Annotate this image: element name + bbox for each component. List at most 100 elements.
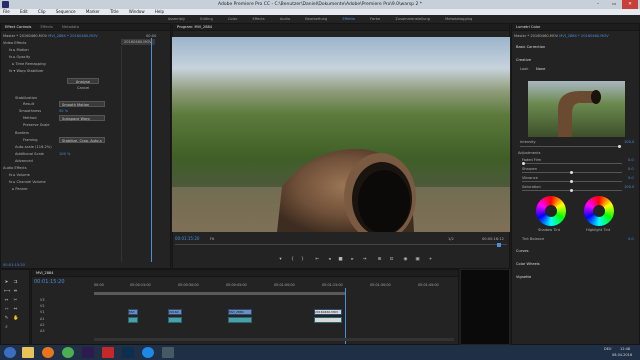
step-forward-button[interactable]: ▸ <box>350 257 355 262</box>
zoom-fit-select[interactable]: Fit <box>210 236 214 242</box>
menu-sequence[interactable]: Sequence <box>56 9 76 14</box>
sharpen-knob[interactable] <box>570 171 573 174</box>
taskbar-date[interactable]: 08.04.2016 <box>612 353 632 357</box>
effect-row-warp-stabilizer[interactable]: fx ▾ Warp Stabilizer <box>9 68 44 74</box>
curves-section[interactable]: Curves <box>516 248 528 254</box>
workspace-metadatagging[interactable]: Metadatagging <box>445 17 472 21</box>
hand-tool-icon[interactable]: ✋ <box>13 316 19 321</box>
adjustments-heading[interactable]: Adjustments <box>518 150 541 156</box>
workspace-effekte[interactable]: Effekte <box>342 17 355 21</box>
pen-tool-icon[interactable]: ✎ <box>4 316 9 321</box>
step-back-button[interactable]: ◂ <box>327 257 332 262</box>
lumetri-seq[interactable]: MVI_2884 * 20160460.MOV <box>559 34 608 38</box>
timeline-scrollbar[interactable] <box>94 338 454 341</box>
saturation-value[interactable]: 100.0 <box>624 184 634 190</box>
audio-row-volume[interactable]: fx ▸ Volume <box>9 172 30 178</box>
tab-program[interactable]: Program: MVI_2884 <box>173 25 216 29</box>
workspace-zusammenstellung[interactable]: Zusammenstellung <box>395 17 430 21</box>
tab-metadata[interactable]: Metadata <box>58 25 83 29</box>
autoscale-label[interactable]: Auto-scale (116.2%) <box>15 144 52 150</box>
taskbar-lang[interactable]: DEU <box>604 347 611 351</box>
audio-clip-3[interactable] <box>228 317 252 323</box>
goto-out-button[interactable]: ⇥ <box>362 257 367 262</box>
analyse-button[interactable]: Analyse <box>67 78 99 84</box>
effect-controls-timecode[interactable]: 00:01:15:20 <box>3 262 25 268</box>
ripple-edit-tool-icon[interactable]: ⟷ <box>4 289 10 294</box>
smoothness-value[interactable]: 50 % <box>59 108 68 114</box>
faded-film-slider[interactable] <box>522 162 622 165</box>
taskbar-time[interactable]: 12:48 <box>620 347 630 351</box>
effect-keyframe-area[interactable] <box>121 46 167 262</box>
saturation-slider[interactable] <box>522 189 622 192</box>
monitor-timecode-in[interactable]: 00:01:15:20 <box>175 236 199 242</box>
creative-section[interactable]: Creative <box>516 57 531 63</box>
audio-clip-2[interactable] <box>168 317 182 323</box>
comparison-view-button[interactable]: ▣ <box>415 257 420 262</box>
mark-out-bracket-button[interactable]: } <box>300 257 305 262</box>
saturation-knob[interactable] <box>570 189 573 192</box>
premiere-pro-icon[interactable] <box>82 347 94 358</box>
color-wheels-section[interactable]: Color Wheels <box>516 261 540 267</box>
video-clip-3[interactable]: MVI_2884 <box>228 309 252 315</box>
additional-scale-value[interactable]: 100 % <box>59 151 70 157</box>
track-select-tool-icon[interactable]: ⇉ <box>13 280 18 285</box>
track-v1[interactable]: V1 <box>40 310 44 315</box>
audio-clip-1[interactable] <box>128 317 138 323</box>
result-select[interactable]: Smooth Motion <box>59 101 105 107</box>
effect-row-opacity[interactable]: fx ▸ Opacity <box>9 54 30 60</box>
rolling-edit-tool-icon[interactable]: ⇹ <box>13 289 18 294</box>
other-app-icon[interactable] <box>162 347 174 358</box>
video-clip-2[interactable]: 20160 <box>168 309 182 315</box>
look-preview-thumbnail[interactable] <box>528 81 625 137</box>
workspace-assembly[interactable]: Assembly <box>168 17 185 21</box>
monitor-playhead[interactable] <box>497 243 501 247</box>
workspace-audio[interactable]: Audio <box>280 17 290 21</box>
razor-tool-icon[interactable]: ✂ <box>13 298 18 303</box>
timeline-timecode[interactable]: 00:01:15:20 <box>34 279 65 285</box>
cancel-button[interactable]: Cancel <box>77 85 89 91</box>
basic-correction-section[interactable]: Basic Correction <box>516 44 545 50</box>
effect-row-motion[interactable]: fx ▸ Motion <box>9 47 29 53</box>
chrome-icon[interactable] <box>62 347 74 358</box>
workspace-editing[interactable]: Editing <box>200 17 213 21</box>
tab-effect-controls[interactable]: Effect Controls <box>1 25 35 29</box>
workspace-farbe[interactable]: Farbe <box>370 17 380 21</box>
sharpen-value[interactable]: 0.0 <box>628 166 634 172</box>
vibrance-value[interactable]: 0.0 <box>628 175 634 181</box>
minimize-button[interactable]: – <box>590 0 606 9</box>
menu-clip[interactable]: Clip <box>38 9 46 14</box>
framing-select[interactable]: Stabilize, Crop, Auto-s <box>59 137 105 143</box>
tint-balance-value[interactable]: 0.0 <box>628 236 634 242</box>
menu-window[interactable]: Window <box>129 9 145 14</box>
intensity-slider[interactable] <box>520 145 621 148</box>
explorer-icon[interactable] <box>22 347 34 358</box>
export-frame-button[interactable]: ◉ <box>403 257 408 262</box>
start-icon[interactable] <box>4 347 16 358</box>
skype-icon[interactable] <box>142 347 154 358</box>
workspace-color[interactable]: Color <box>228 17 237 21</box>
audio-clip-4-selected[interactable] <box>314 317 342 323</box>
monitor-scrubber[interactable] <box>175 244 507 248</box>
menu-file[interactable]: File <box>3 9 10 14</box>
tab-effects[interactable]: Effects <box>37 25 57 29</box>
menu-edit[interactable]: Edit <box>20 9 28 14</box>
slide-tool-icon[interactable]: ⇔ <box>13 307 18 312</box>
program-video-frame[interactable] <box>172 37 510 232</box>
track-v2[interactable]: V2 <box>40 304 44 309</box>
video-clip-1[interactable]: MVI <box>128 309 138 315</box>
timeline-playhead[interactable] <box>345 288 346 344</box>
workspace-effects[interactable]: Effects <box>252 17 264 21</box>
slip-tool-icon[interactable]: ⇿ <box>4 307 9 312</box>
tab-sequence[interactable]: MVI_2884 <box>32 271 58 275</box>
track-a2[interactable]: A2 <box>40 323 44 328</box>
advanced-label[interactable]: Advanced <box>15 158 33 164</box>
intensity-knob[interactable] <box>618 145 621 148</box>
vibrance-slider[interactable] <box>522 180 622 183</box>
mark-in-button[interactable]: ▾ <box>278 257 283 262</box>
audio-row-channel-volume[interactable]: fx ▸ Channel Volume <box>9 179 46 185</box>
resolution-select[interactable]: 1/2 <box>448 236 454 242</box>
menu-title[interactable]: Title <box>110 9 119 14</box>
intensity-value[interactable]: 100.0 <box>624 139 634 145</box>
stop-button[interactable]: ■ <box>338 257 343 262</box>
photoshop-icon[interactable] <box>122 347 134 358</box>
